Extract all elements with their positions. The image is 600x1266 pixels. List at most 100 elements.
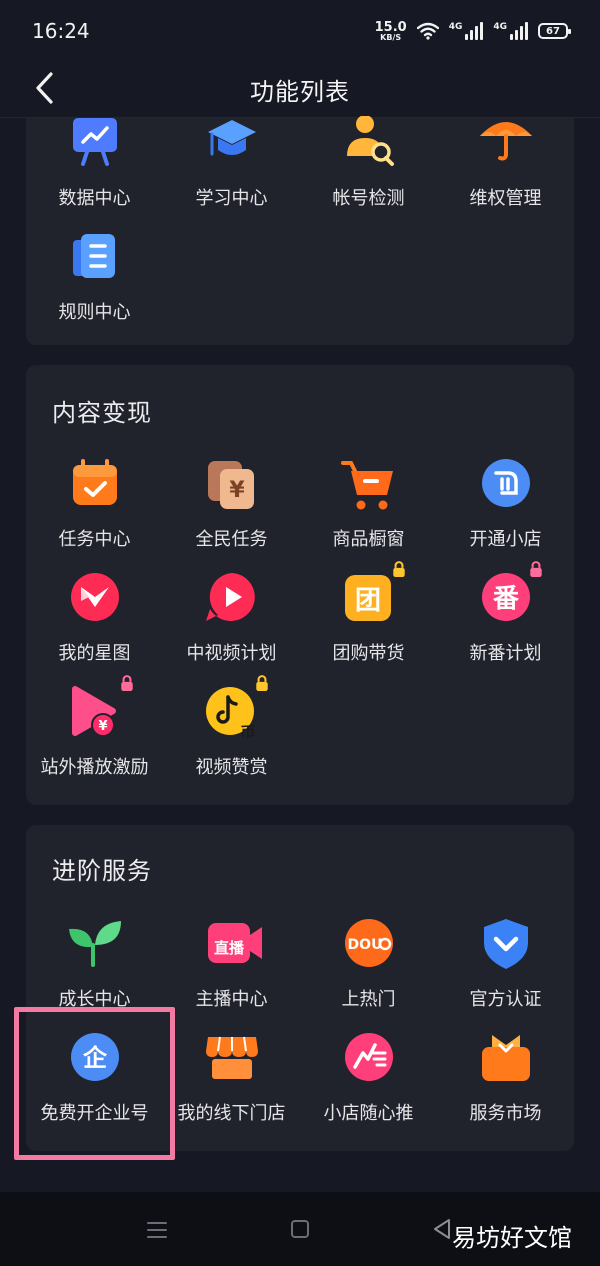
grid-item-label: 服务市场: [469, 1103, 542, 1124]
umbrella-icon: [479, 122, 532, 161]
grid-item-public-task[interactable]: ¥ 全民任务: [163, 453, 300, 563]
home-icon[interactable]: [290, 1219, 310, 1239]
grid-item-label: 成长中心: [58, 989, 131, 1010]
grid-item-new-anime-plan[interactable]: 番 新番计划: [437, 561, 574, 677]
cell-signal-1-icon: 4G: [449, 22, 484, 40]
graduation-cap-icon: [207, 120, 256, 156]
grid-item-open-shop[interactable]: 开通小店: [437, 453, 574, 563]
grid-item-label: 视频赞赏: [195, 757, 268, 778]
grid-item-official-verify[interactable]: 官方认证: [437, 913, 574, 1023]
grid-item-star-map[interactable]: 我的星图: [26, 567, 163, 677]
anime-glyph: 番: [492, 584, 519, 614]
dou-glyph: DOU: [347, 937, 382, 953]
battery-icon: 67: [538, 23, 571, 39]
user-search-icon: [346, 116, 394, 166]
grid-item-label: 官方认证: [469, 989, 542, 1010]
rule-book-icon: [72, 234, 115, 278]
grid-item-growth-center[interactable]: 成长中心: [26, 913, 163, 1023]
service-market-icon: [481, 1035, 530, 1081]
grid-item-label: 我的线下门店: [177, 1103, 286, 1124]
grid-item-label: 商品橱窗: [332, 529, 405, 550]
section-monetize-card: 内容变现 任务中心 ¥ 全民任务 商品橱窗 开通小店 我的星图 中视频计划 团 …: [26, 365, 574, 805]
grid-item-free-enterprise-account[interactable]: 企 免费开企业号: [26, 1027, 163, 1137]
grid-item-shop-promote[interactable]: 小店随心推: [300, 1027, 437, 1137]
tiktok-coin-icon-wrap: 币: [204, 675, 268, 741]
yen-cards-icon: ¥: [207, 461, 254, 509]
video-play-icon: [205, 573, 255, 621]
live-camera-icon: 直播: [207, 923, 262, 963]
grid-item-streamer-center[interactable]: 直播 主播中心: [163, 913, 300, 1023]
grid-item-learning-center[interactable]: 学习中心: [163, 112, 300, 222]
grid-item-label: 新番计划: [469, 643, 542, 664]
group-buy-icon: 团: [344, 575, 391, 621]
yen-glyph: ¥: [229, 478, 245, 503]
group-buy-icon-wrap: 团: [341, 561, 405, 627]
lock-icon: [120, 675, 133, 691]
shop-logo-icon: [481, 459, 530, 507]
grid-item-label: 全民任务: [195, 529, 268, 550]
star-map-icon: [70, 573, 119, 621]
back-button[interactable]: [24, 68, 64, 108]
status-bar: 16:24 15.0 KB/S 4G 4G 67: [0, 0, 600, 62]
storefront-icon: [205, 1036, 258, 1079]
cell-signal-2-label: 4G: [493, 22, 507, 32]
nav-bar: 功能列表: [0, 62, 600, 118]
lock-icon: [529, 561, 542, 577]
lock-icon: [255, 675, 268, 691]
network-speed-value: 15.0: [374, 19, 407, 35]
grid-item-mid-video-plan[interactable]: 中视频计划: [163, 567, 300, 677]
status-indicators: 15.0 KB/S 4G 4G 67: [375, 21, 571, 42]
grid-item-label: 学习中心: [195, 188, 268, 209]
coin-glyph: 币: [240, 723, 255, 741]
grid-item-group-buy[interactable]: 团 团购带货: [300, 561, 437, 677]
speed-promote-icon: [344, 1033, 393, 1081]
grid-item-label: 主播中心: [195, 989, 268, 1010]
grid-item-label: 中视频计划: [186, 643, 277, 664]
play-yen-icon-wrap: ¥: [67, 675, 133, 741]
shield-check-icon: [483, 919, 528, 969]
grid-item-label: 免费开企业号: [40, 1103, 149, 1124]
grid-item-label: 上热门: [341, 989, 396, 1010]
section-tools-card: 数据中心 学习中心 帐号检测 维权管理 规则中心: [26, 116, 574, 345]
grid-item-go-trending[interactable]: DOU 上热门: [300, 913, 437, 1023]
shopping-cart-icon: [340, 461, 393, 510]
section-title-monetize: 内容变现: [52, 399, 152, 427]
grid-item-task-center[interactable]: 任务中心: [26, 453, 163, 563]
enterprise-glyph: 企: [83, 1044, 108, 1072]
cell-signal-1-label: 4G: [448, 22, 463, 32]
network-speed: 15.0 KB/S: [375, 21, 407, 42]
grid-item-label: 我的星图: [58, 643, 131, 664]
dou-plus-icon: DOU: [344, 919, 393, 967]
sprout-icon: [68, 921, 121, 967]
play-yen-icon: ¥: [71, 686, 116, 737]
anime-plan-icon-wrap: 番: [478, 561, 542, 627]
grid-item-offline-store[interactable]: 我的线下门店: [163, 1027, 300, 1137]
tiktok-coin-icon: 币: [205, 687, 255, 741]
section-advanced-card: 进阶服务 成长中心 直播 主播中心 DOU 上热门 官方认证 企 免费开企业号 …: [26, 825, 574, 1151]
menu-icon[interactable]: [146, 1220, 168, 1240]
grid-item-label: 数据中心: [58, 188, 131, 209]
lock-icon: [392, 561, 405, 577]
grid-item-label: 小店随心推: [323, 1103, 414, 1124]
group-glyph: 团: [354, 586, 380, 616]
grid-item-label: 站外播放激励: [40, 757, 149, 778]
grid-item-label: 团购带货: [332, 643, 405, 664]
grid-item-account-check[interactable]: 帐号检测: [300, 112, 437, 222]
grid-item-label: 帐号检测: [332, 188, 405, 209]
grid-item-video-reward[interactable]: 币 视频赞赏: [163, 675, 300, 791]
grid-item-product-showcase[interactable]: 商品橱窗: [300, 453, 437, 563]
grid-item-label: 规则中心: [58, 302, 131, 323]
grid-item-label: 任务中心: [58, 529, 131, 550]
yen-glyph: ¥: [98, 719, 107, 734]
enterprise-icon: 企: [70, 1033, 119, 1081]
grid-item-service-market[interactable]: 服务市场: [437, 1027, 574, 1137]
grid-item-offsite-play-incentive[interactable]: ¥ 站外播放激励: [26, 675, 163, 791]
grid-item-rule-center[interactable]: 规则中心: [26, 226, 163, 336]
watermark-text: 易坊好文馆: [452, 1224, 572, 1252]
grid-item-data-center[interactable]: 数据中心: [26, 112, 163, 222]
chevron-left-icon: [36, 72, 53, 104]
back-triangle-icon[interactable]: [432, 1218, 452, 1240]
live-glyph: 直播: [213, 939, 244, 957]
network-speed-unit: KB/S: [380, 32, 402, 42]
grid-item-rights-management[interactable]: 维权管理: [437, 112, 574, 222]
